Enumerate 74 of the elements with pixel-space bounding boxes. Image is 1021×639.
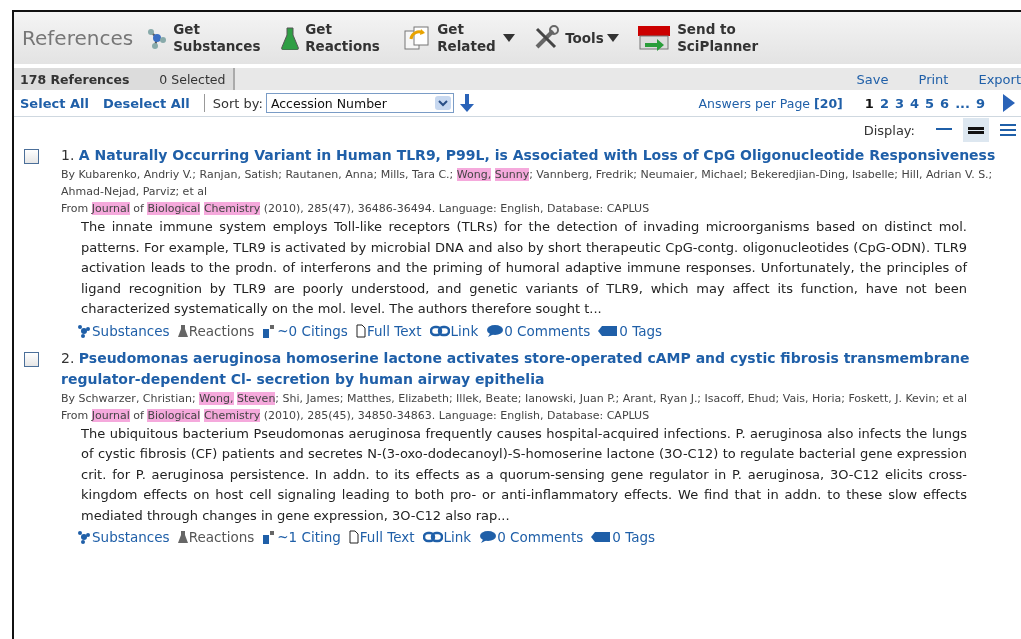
molecule-icon [77, 323, 91, 338]
page-link[interactable]: 9 [975, 95, 985, 111]
reference-link[interactable]: Link [429, 322, 479, 339]
toolbar-button[interactable]: Get Related [403, 21, 516, 55]
reference-link[interactable]: Substances [77, 529, 170, 545]
abstract: The ubiquitous bacterium Pseudomonas aeruginosa frequently causes hospital-acquired infections. P. aeruginosa also infects the lungs of cystic fibrosis (CF) patients and secretes N-(3-oxo-dodecanoyl)-S-homoserine lactone (3O-C12) to regulate bacterial gene expression crit. for P. aeruginosa persistence. In addn. to its effects as a quorum-sensing gene regulator in P. aeruginosa, 3O-C12 elicits cross-kingdom effects on host cell signaling leading to both pro- or anti-inflammatory effects. We find that in addn. to these slow effects mediated through changes in gene expression, 3O-C12 also rap... [81, 424, 967, 525]
flask-icon [177, 323, 188, 338]
sort-label: Sort by: [212, 95, 263, 111]
reference-link[interactable]: ~1 Citing [262, 529, 341, 545]
select-all-link[interactable]: Select All [20, 95, 89, 111]
reference-count: 178 References [20, 71, 130, 87]
documents-icon [403, 25, 432, 51]
document-icon [348, 530, 359, 544]
page-link[interactable]: 4 [910, 95, 920, 111]
next-page-icon[interactable] [1003, 94, 1015, 112]
reference-link[interactable]: ~0 Citings [262, 322, 348, 339]
page-link[interactable]: 1 [864, 95, 874, 111]
page-link[interactable]: 5 [925, 95, 935, 111]
page-link[interactable]: 2 [879, 95, 889, 111]
source: From Journal of Biological Chemistry (2010), 285(47), 36486-36494. Language: English, Database: CAPLUS [61, 201, 651, 217]
molecule-icon [77, 530, 91, 544]
reference-link[interactable]: 0 Comments [479, 529, 584, 545]
reference-title: 2. Pseudomonas aeruginosa homoserine lactone activates store-operated cAMP and cystic fibrosis transmembrane regulator-dependent Cl- secretion by human airway epithelia [61, 348, 971, 389]
citing-icon [262, 530, 277, 544]
reference-link[interactable]: Reactions [177, 322, 255, 339]
reference-link[interactable]: Substances [77, 322, 170, 339]
checkbox[interactable] [24, 351, 39, 367]
selected-count: 0 Selected [159, 71, 226, 87]
molecule-icon [147, 26, 168, 50]
action-link[interactable]: Export [978, 71, 1021, 87]
flask-icon [177, 530, 188, 544]
toolbar-button[interactable]: Get Substances [147, 21, 264, 55]
new-badge-icon [637, 25, 672, 51]
deselect-all-link[interactable]: Deselect All [102, 95, 190, 111]
toolbar-button[interactable]: Tools [533, 25, 620, 51]
tools-icon [533, 25, 560, 51]
chevron-down-icon [434, 96, 451, 110]
abstract: The innate immune system employs Toll-like receptors (TLRs) for the detection of invading microorganisms based on distinct mol. patterns. For example, TLR9 is activated by microbial DNA and also by short therapeutic CpG-contg. oligonucleotides (CpG-ODN). TLR9 activation leads to the prodn. of interferons and the priming of humoral adaptive immune responses. Unfortunately, the principles of ligand recognition by TLR9 are poorly understood, and genetic variants of TLR9, which may affect its function, have not been characterized systematically on the mol. level. The authors therefore sought t... [81, 218, 967, 318]
answers-per-page-link[interactable]: Answers per Page [20] [698, 95, 843, 111]
display-label: Display: [863, 122, 915, 138]
menu-icon [1000, 124, 1016, 136]
reference-link[interactable]: Link [422, 529, 472, 545]
sort-descending-icon[interactable] [459, 94, 474, 112]
display-mode-button[interactable] [963, 118, 989, 142]
reference-link[interactable]: Full Text [355, 322, 422, 339]
page-link[interactable]: 6 [940, 95, 950, 111]
chain-link-icon [429, 324, 450, 337]
checkbox[interactable] [24, 149, 39, 164]
page-title: References [22, 26, 134, 50]
single-line-icon [936, 128, 952, 132]
reference-link[interactable]: 0 Tags [591, 529, 656, 545]
reference-link[interactable]: Full Text [348, 529, 415, 545]
reference-link[interactable]: Reactions [177, 529, 255, 545]
reference-title: 1. A Naturally Occurring Variant in Human TLR9, P99L, is Associated with Loss of CpG Oligonucleotide Responsiveness [61, 146, 997, 165]
citing-icon [262, 323, 277, 338]
speech-bubble-icon [486, 323, 504, 338]
speech-bubble-icon [479, 530, 497, 544]
toolbar-button[interactable]: Get Reactions [281, 21, 386, 55]
sort-dropdown[interactable]: Accession Number [265, 93, 454, 113]
page-link[interactable]: 3 [894, 95, 904, 111]
document-icon [355, 323, 366, 338]
flask-icon [281, 26, 300, 50]
page-link[interactable]: ... [955, 95, 970, 111]
source: From Journal of Biological Chemistry (2010), 285(45), 34850-34863. Language: English, Database: CAPLUS [61, 407, 651, 424]
action-link[interactable]: Print [918, 71, 949, 87]
authors: By Schwarzer, Christian; Wong, Steven; Shi, James; Matthes, Elizabeth; Illek, Beate; Ianowski, Juan P.; Arant, Ryan J.; Isacoff, Ehud; Vais, Horia; Foskett, J. Kevin; et al [61, 390, 968, 407]
tag-icon [591, 531, 612, 543]
reference-link[interactable]: 0 Tags [598, 322, 663, 339]
tag-icon [598, 324, 619, 337]
chain-link-icon [422, 531, 443, 543]
action-link[interactable]: Save [856, 71, 889, 87]
reference-link[interactable]: 0 Comments [486, 322, 591, 339]
toolbar-button[interactable]: Send to SciPlanner [637, 21, 758, 55]
double-line-icon [968, 126, 984, 134]
